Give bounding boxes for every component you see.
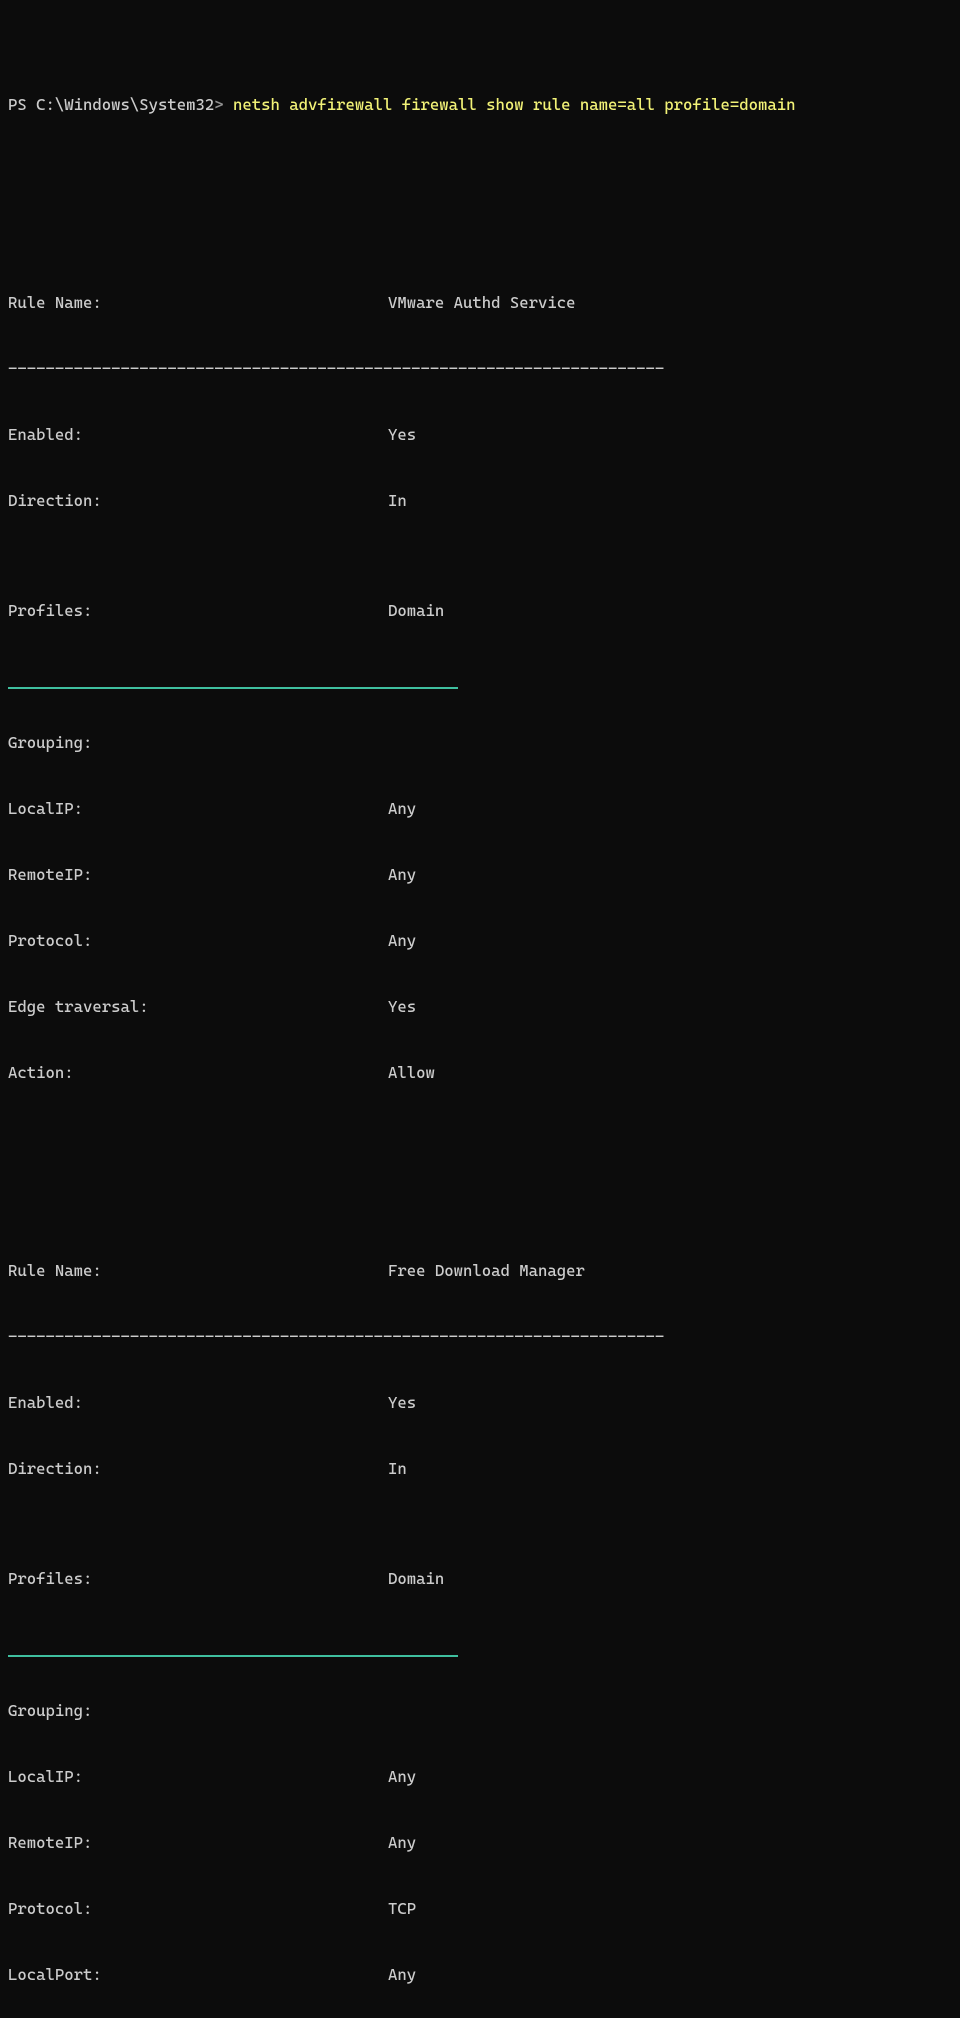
label-protocol: Protocol: [8,1898,388,1920]
label-direction: Direction: [8,490,388,512]
value-localip: Any [388,1766,416,1788]
value-direction: In [388,1458,407,1480]
value-enabled: Yes [388,1392,416,1414]
row-action: Action:Allow [8,1062,952,1084]
label-protocol: Protocol: [8,930,388,952]
label-enabled: Enabled: [8,1392,388,1414]
separator: ----------------------------------------… [8,1326,952,1348]
value-enabled: Yes [388,424,416,446]
label-rule-name: Rule Name: [8,292,388,314]
label-edge: Edge traversal: [8,996,388,1018]
value-protocol: Any [388,930,416,952]
value-remoteip: Any [388,1832,416,1854]
rule-name-row: Rule Name:VMware Authd Service [8,292,952,314]
row-protocol: Protocol:TCP [8,1898,952,1920]
row-enabled: Enabled:Yes [8,424,952,446]
row-protocol: Protocol:Any [8,930,952,952]
row-remoteip: RemoteIP:Any [8,1832,952,1854]
row-grouping: Grouping: [8,732,952,754]
prompt-line: PS C:\Windows\System32> netsh advfirewal… [8,72,952,116]
label-profiles: Profiles: [8,600,388,622]
label-direction: Direction: [8,1458,388,1480]
row-profiles: Profiles:Domain [8,1568,952,1590]
label-remoteip: RemoteIP: [8,864,388,886]
label-localport: LocalPort: [8,1964,388,1986]
label-rule-name: Rule Name: [8,1260,388,1282]
row-direction: Direction:In [8,1458,952,1480]
label-action: Action: [8,1062,388,1084]
separator: ----------------------------------------… [8,358,952,380]
terminal-output[interactable]: PS C:\Windows\System32> netsh advfirewal… [0,0,960,2018]
label-enabled: Enabled: [8,424,388,446]
value-remoteip: Any [388,864,416,886]
value-profiles: Domain [388,600,444,622]
blank-line [8,182,952,204]
row-grouping: Grouping: [8,1700,952,1722]
label-grouping: Grouping: [8,1700,388,1722]
value-edge: Yes [388,996,416,1018]
blank-line [8,1150,952,1172]
value-localip: Any [388,798,416,820]
label-profiles: Profiles: [8,1568,388,1590]
row-localip: LocalIP:Any [8,798,952,820]
rule-name-row: Rule Name:Free Download Manager [8,1260,952,1282]
highlight-bar-icon [8,1655,458,1657]
row-direction: Direction:In [8,490,952,512]
label-localip: LocalIP: [8,1766,388,1788]
value-rule-name: VMware Authd Service [388,292,576,314]
value-rule-name: Free Download Manager [388,1260,585,1282]
label-localip: LocalIP: [8,798,388,820]
value-protocol: TCP [388,1898,416,1920]
value-action: Allow [388,1062,435,1084]
label-remoteip: RemoteIP: [8,1832,388,1854]
prompt-path: PS C:\Windows\System32 [8,95,214,114]
row-profiles: Profiles:Domain [8,600,952,622]
row-enabled: Enabled:Yes [8,1392,952,1414]
highlight-bar-icon [8,687,458,689]
prompt-caret: > [214,95,223,114]
row-edge: Edge traversal:Yes [8,996,952,1018]
profiles-highlight: Profiles:Domain [8,556,952,688]
row-localip: LocalIP:Any [8,1766,952,1788]
label-grouping: Grouping: [8,732,388,754]
profiles-highlight: Profiles:Domain [8,1524,952,1656]
value-profiles: Domain [388,1568,444,1590]
value-direction: In [388,490,407,512]
command-text: netsh advfirewall firewall show rule nam… [233,95,796,114]
row-localport: LocalPort:Any [8,1964,952,1986]
row-remoteip: RemoteIP:Any [8,864,952,886]
value-localport: Any [388,1964,416,1986]
